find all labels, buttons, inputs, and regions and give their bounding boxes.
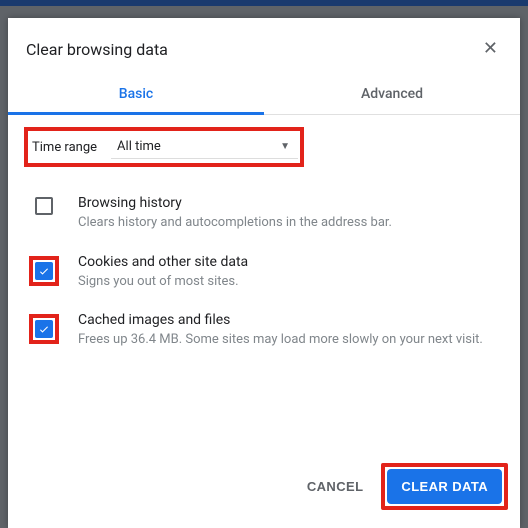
close-icon[interactable]: ✕ (479, 36, 502, 62)
option-title: Cookies and other site data (78, 254, 504, 273)
checkbox-cookies[interactable] (35, 262, 53, 280)
time-range-label: Time range (30, 140, 97, 155)
option-row: Browsing historyClears history and autoc… (24, 187, 504, 246)
tab-bar: Basic Advanced (8, 74, 520, 115)
time-range-highlight: Time range All time ▼ (24, 127, 304, 167)
option-row: Cached images and filesFrees up 36.4 MB.… (24, 304, 504, 363)
cancel-button[interactable]: CANCEL (293, 463, 378, 510)
option-desc: Clears history and autocompletions in th… (78, 214, 504, 232)
dialog-title: Clear browsing data (26, 40, 479, 59)
checkbox-highlight (29, 314, 59, 344)
clear-data-button[interactable]: CLEAR DATA (387, 469, 502, 504)
time-range-value: All time (117, 139, 161, 154)
tab-basic[interactable]: Basic (8, 74, 264, 115)
checkbox-cached-files[interactable] (35, 320, 53, 338)
tab-advanced[interactable]: Advanced (264, 74, 520, 114)
checkbox-browsing-history[interactable] (35, 197, 53, 215)
option-title: Cached images and files (78, 312, 504, 331)
clear-data-highlight: CLEAR DATA (381, 463, 508, 510)
option-row: Cookies and other site dataSigns you out… (24, 246, 504, 305)
option-desc: Signs you out of most sites. (78, 273, 504, 291)
chevron-down-icon: ▼ (280, 141, 290, 152)
option-title: Browsing history (78, 195, 504, 214)
option-desc: Frees up 36.4 MB. Some sites may load mo… (78, 331, 504, 349)
time-range-select[interactable]: All time ▼ (111, 135, 296, 158)
clear-browsing-data-dialog: Clear browsing data ✕ Basic Advanced Tim… (8, 18, 520, 528)
checkbox-highlight (29, 256, 59, 286)
